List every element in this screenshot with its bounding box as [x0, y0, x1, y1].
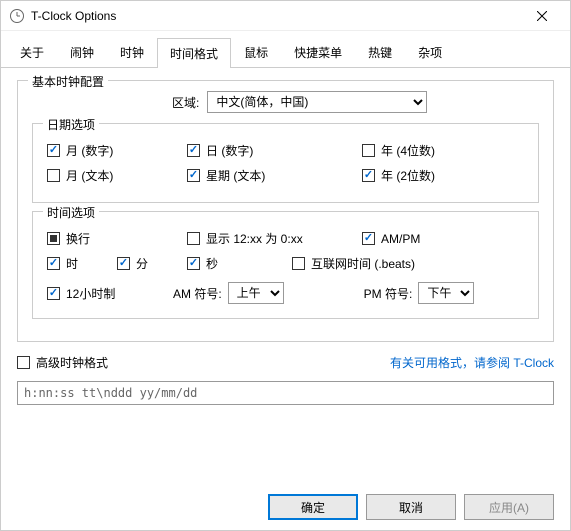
date-options-group: 日期选项 月 (数字) 日 (数字) 年 (4位数) 月 (文本) 星期 (文本…: [32, 123, 539, 203]
check-year-2digit[interactable]: 年 (2位数): [362, 167, 435, 184]
am-symbol-select[interactable]: 上午: [228, 282, 284, 304]
check-weekday-text[interactable]: 星期 (文本): [187, 167, 362, 184]
time-options-group: 时间选项 换行 显示 12:xx 为 0:xx AM/PM 时 分 秒 互联网时…: [32, 211, 539, 319]
check-label: AM/PM: [381, 232, 420, 246]
basic-clock-fieldset: 基本时钟配置 区域: 中文(简体，中国) 日期选项 月 (数字) 日 (数字) …: [17, 80, 554, 342]
tab-misc[interactable]: 杂项: [405, 37, 455, 67]
check-label: 换行: [66, 230, 90, 247]
checkbox-icon: [187, 169, 200, 182]
time-options-title: 时间选项: [43, 204, 99, 221]
basic-legend: 基本时钟配置: [28, 73, 108, 90]
check-label: 分: [136, 255, 148, 272]
checkbox-icon: [17, 356, 30, 369]
check-hour[interactable]: 时: [47, 255, 117, 272]
check-second[interactable]: 秒: [187, 255, 292, 272]
ok-button[interactable]: 确定: [268, 494, 358, 520]
dialog-buttons: 确定 取消 应用(A): [1, 483, 570, 530]
checkbox-icon: [47, 257, 60, 270]
tab-hotkey[interactable]: 热键: [355, 37, 405, 67]
check-label: 互联网时间 (.beats): [311, 255, 415, 272]
window-title: T-Clock Options: [31, 9, 522, 23]
tab-alarm[interactable]: 闹钟: [57, 37, 107, 67]
pm-symbol-select[interactable]: 下午: [418, 282, 474, 304]
check-label: 时: [66, 255, 78, 272]
checkbox-icon: [117, 257, 130, 270]
locale-row: 区域: 中文(简体，中国): [32, 91, 539, 113]
advanced-row: 高级时钟格式 有关可用格式，请参阅 T-Clock: [17, 354, 554, 371]
checkbox-icon: [187, 257, 200, 270]
checkbox-icon: [187, 232, 200, 245]
check-label: 星期 (文本): [206, 167, 265, 184]
checkbox-icon: [292, 257, 305, 270]
check-label: 日 (数字): [206, 142, 253, 159]
locale-select[interactable]: 中文(简体，中国): [207, 91, 427, 113]
check-advanced-format[interactable]: 高级时钟格式: [17, 354, 108, 371]
check-label: 秒: [206, 255, 218, 272]
format-string-input[interactable]: [17, 381, 554, 405]
checkbox-icon: [47, 232, 60, 245]
pm-symbol-label: PM 符号:: [364, 285, 413, 302]
checkbox-icon: [362, 232, 375, 245]
check-day-number[interactable]: 日 (数字): [187, 142, 362, 159]
checkbox-icon: [362, 144, 375, 157]
close-button[interactable]: [522, 2, 562, 30]
am-symbol-label: AM 符号:: [173, 285, 222, 302]
check-year-4digit[interactable]: 年 (4位数): [362, 142, 435, 159]
check-show12as0[interactable]: 显示 12:xx 为 0:xx: [187, 230, 362, 247]
cancel-button[interactable]: 取消: [366, 494, 456, 520]
check-12hour[interactable]: 12小时制: [47, 285, 147, 302]
check-ampm[interactable]: AM/PM: [362, 230, 420, 247]
check-label: 高级时钟格式: [36, 354, 108, 371]
checkbox-icon: [47, 169, 60, 182]
tab-about[interactable]: 关于: [7, 37, 57, 67]
check-month-number[interactable]: 月 (数字): [47, 142, 187, 159]
tab-clock[interactable]: 时钟: [107, 37, 157, 67]
check-label: 12小时制: [66, 285, 115, 302]
checkbox-icon: [187, 144, 200, 157]
options-dialog: T-Clock Options 关于 闹钟 时钟 时间格式 鼠标 快捷菜单 热键…: [0, 0, 571, 531]
checkbox-icon: [47, 287, 60, 300]
clock-icon: [9, 8, 25, 24]
tab-content: 基本时钟配置 区域: 中文(简体，中国) 日期选项 月 (数字) 日 (数字) …: [1, 68, 570, 483]
check-minute[interactable]: 分: [117, 255, 187, 272]
titlebar: T-Clock Options: [1, 1, 570, 31]
tab-timeformat[interactable]: 时间格式: [157, 38, 231, 68]
check-linebreak[interactable]: 换行: [47, 230, 187, 247]
check-month-text[interactable]: 月 (文本): [47, 167, 187, 184]
date-options-title: 日期选项: [43, 116, 99, 133]
check-label: 月 (数字): [66, 142, 113, 159]
locale-label: 区域:: [172, 94, 199, 111]
check-label: 显示 12:xx 为 0:xx: [206, 230, 303, 247]
check-label: 年 (4位数): [381, 142, 435, 159]
apply-button[interactable]: 应用(A): [464, 494, 554, 520]
tab-bar: 关于 闹钟 时钟 时间格式 鼠标 快捷菜单 热键 杂项: [1, 31, 570, 68]
check-label: 年 (2位数): [381, 167, 435, 184]
format-help-link[interactable]: 有关可用格式，请参阅 T-Clock: [390, 354, 554, 371]
tab-mouse[interactable]: 鼠标: [231, 37, 281, 67]
checkbox-icon: [47, 144, 60, 157]
close-icon: [537, 11, 547, 21]
tab-quickmenu[interactable]: 快捷菜单: [281, 37, 355, 67]
check-label: 月 (文本): [66, 167, 113, 184]
check-internet-time[interactable]: 互联网时间 (.beats): [292, 255, 415, 272]
checkbox-icon: [362, 169, 375, 182]
